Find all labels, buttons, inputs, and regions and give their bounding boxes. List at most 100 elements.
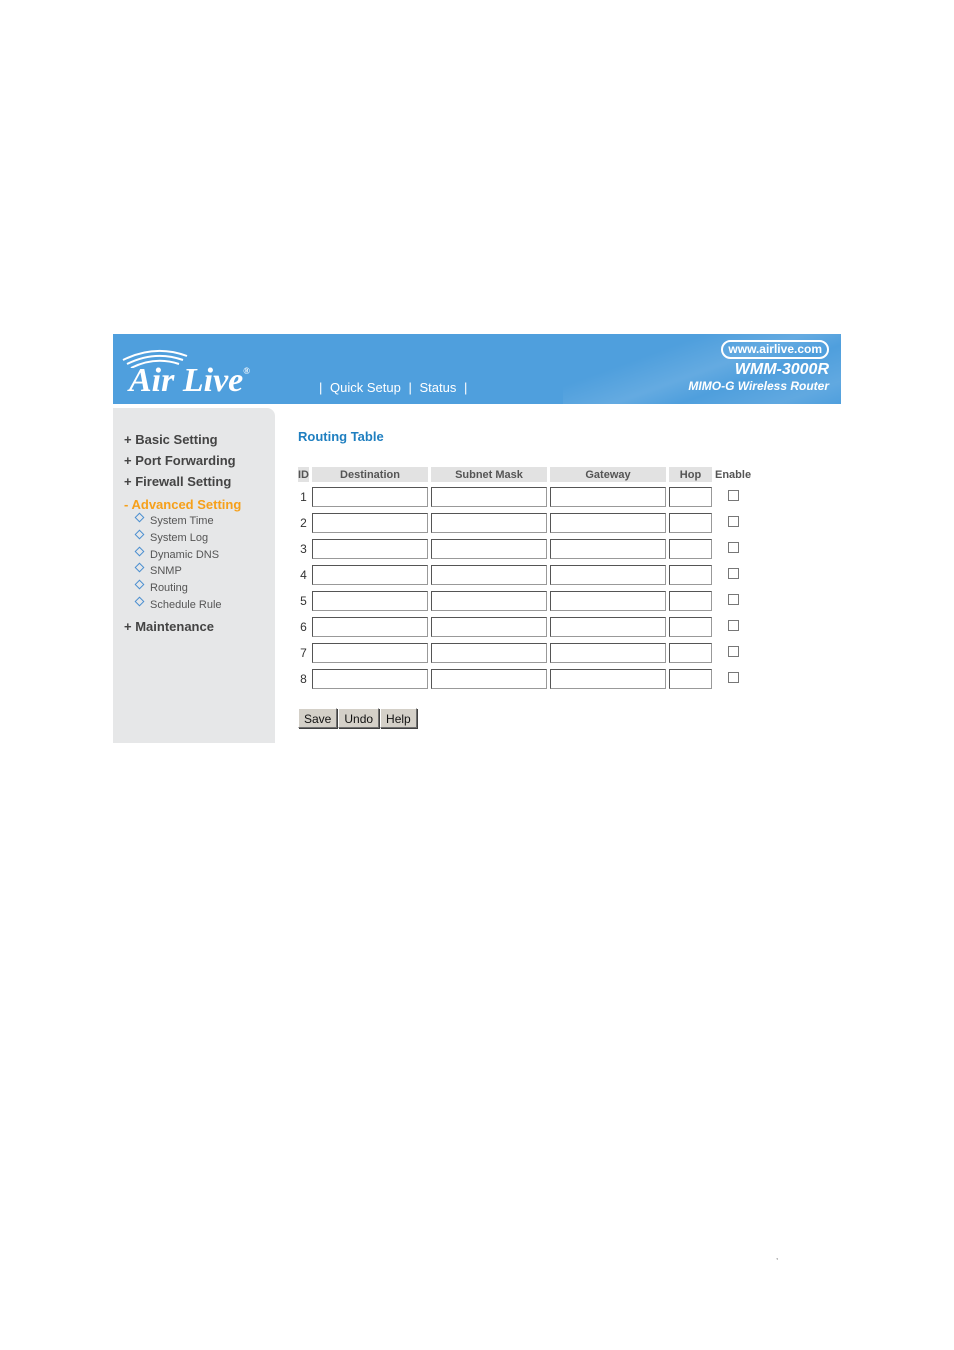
table-row: 8: [298, 668, 751, 690]
sidebar-subitem-system-time[interactable]: System Time: [134, 512, 214, 527]
action-buttons: Save Undo Help: [298, 708, 418, 728]
enable-checkbox[interactable]: [727, 594, 739, 605]
sidebar-item-maintenance[interactable]: + Maintenance: [124, 619, 214, 634]
sidebar-item-advanced-setting[interactable]: - Advanced Setting: [124, 497, 241, 512]
column-header-hop: Hop: [669, 467, 712, 482]
row-id: 6: [300, 620, 307, 634]
sidebar-subitem-routing[interactable]: Routing: [134, 579, 188, 594]
row-id: 4: [300, 568, 307, 582]
gateway-input[interactable]: [550, 539, 666, 559]
hop-input[interactable]: [669, 565, 712, 585]
sidebar-item-port-forwarding[interactable]: + Port Forwarding: [124, 453, 236, 468]
destination-input[interactable]: [312, 565, 428, 585]
enable-checkbox[interactable]: [727, 620, 739, 631]
nav-separator: |: [319, 380, 323, 395]
destination-input[interactable]: [312, 539, 428, 559]
row-id: 8: [300, 672, 307, 686]
row-id: 5: [300, 594, 307, 608]
table-row: 7: [298, 642, 751, 664]
enable-checkbox[interactable]: [727, 672, 739, 683]
subnet-mask-input[interactable]: [431, 669, 547, 689]
hop-input[interactable]: [669, 539, 712, 559]
sidebar-item-firewall-setting[interactable]: + Firewall Setting: [124, 474, 231, 489]
hop-input[interactable]: [669, 487, 712, 507]
sidebar-item-basic-setting[interactable]: + Basic Setting: [124, 432, 218, 447]
diamond-bullet-icon: [134, 562, 145, 573]
gateway-input[interactable]: [550, 617, 666, 637]
row-id: 1: [300, 490, 307, 504]
column-header-enable: Enable: [715, 467, 752, 482]
hop-input[interactable]: [669, 669, 712, 689]
gateway-input[interactable]: [550, 565, 666, 585]
subnet-mask-input[interactable]: [431, 513, 547, 533]
sidebar: + Basic Setting + Port Forwarding + Fire…: [113, 408, 275, 743]
hop-input[interactable]: [669, 643, 712, 663]
hop-input[interactable]: [669, 513, 712, 533]
gateway-input[interactable]: [550, 643, 666, 663]
diamond-bullet-icon: [134, 546, 145, 557]
destination-input[interactable]: [312, 669, 428, 689]
destination-input[interactable]: [312, 513, 428, 533]
table-row: 3: [298, 538, 751, 560]
enable-checkbox[interactable]: [727, 646, 739, 657]
diamond-bullet-icon: [134, 596, 145, 607]
nav-separator: |: [408, 380, 412, 395]
logo-text: Air Live®: [129, 362, 250, 399]
top-nav: | Quick Setup | Status |: [315, 380, 471, 395]
table-row: 6: [298, 616, 751, 638]
page-mark: ,: [776, 1252, 779, 1261]
brand-url[interactable]: www.airlive.com: [721, 340, 829, 359]
column-header-id: ID: [298, 467, 309, 482]
router-admin-frame: Air Live® | Quick Setup | Status | www.a…: [113, 334, 841, 743]
help-button[interactable]: Help: [380, 708, 417, 728]
column-header-subnet-mask: Subnet Mask: [431, 467, 547, 482]
brand-block: www.airlive.com WMM-3000R MIMO-G Wireles…: [688, 340, 829, 393]
model-name: WMM-3000R: [734, 361, 829, 378]
row-id: 2: [300, 516, 307, 530]
routing-table: ID Destination Subnet Mask Gateway Hop E…: [295, 463, 754, 694]
nav-separator: |: [463, 380, 468, 395]
nav-status[interactable]: Status: [419, 380, 456, 395]
save-button[interactable]: Save: [298, 708, 338, 728]
subnet-mask-input[interactable]: [431, 617, 547, 637]
nav-quick-setup[interactable]: Quick Setup: [330, 380, 401, 395]
diamond-bullet-icon: [134, 579, 145, 590]
hop-input[interactable]: [669, 617, 712, 637]
table-row: 1: [298, 486, 751, 508]
enable-checkbox[interactable]: [727, 542, 739, 553]
sidebar-subitem-dynamic-dns[interactable]: Dynamic DNS: [134, 546, 219, 561]
subnet-mask-input[interactable]: [431, 565, 547, 585]
enable-checkbox[interactable]: [727, 516, 739, 527]
subnet-mask-input[interactable]: [431, 591, 547, 611]
airlive-logo: Air Live®: [119, 346, 289, 399]
sidebar-subitem-schedule-rule[interactable]: Schedule Rule: [134, 596, 222, 611]
sidebar-subitem-system-log[interactable]: System Log: [134, 529, 208, 544]
destination-input[interactable]: [312, 617, 428, 637]
diamond-bullet-icon: [134, 512, 145, 523]
hop-input[interactable]: [669, 591, 712, 611]
gateway-input[interactable]: [550, 669, 666, 689]
subnet-mask-input[interactable]: [431, 487, 547, 507]
column-header-gateway: Gateway: [550, 467, 666, 482]
row-id: 3: [300, 542, 307, 556]
model-description: MIMO-G Wireless Router: [688, 379, 829, 393]
diamond-bullet-icon: [134, 529, 145, 540]
gateway-input[interactable]: [550, 591, 666, 611]
destination-input[interactable]: [312, 591, 428, 611]
enable-checkbox[interactable]: [727, 568, 739, 579]
column-header-destination: Destination: [312, 467, 428, 482]
subnet-mask-input[interactable]: [431, 539, 547, 559]
header-banner: Air Live® | Quick Setup | Status | www.a…: [113, 334, 841, 404]
destination-input[interactable]: [312, 487, 428, 507]
enable-checkbox[interactable]: [727, 490, 739, 501]
gateway-input[interactable]: [550, 513, 666, 533]
sidebar-subitem-snmp[interactable]: SNMP: [134, 562, 182, 577]
table-header-row: ID Destination Subnet Mask Gateway Hop E…: [298, 467, 752, 482]
destination-input[interactable]: [312, 643, 428, 663]
gateway-input[interactable]: [550, 487, 666, 507]
undo-button[interactable]: Undo: [338, 708, 380, 728]
page-title: Routing Table: [298, 429, 384, 444]
table-row: 5: [298, 590, 751, 612]
subnet-mask-input[interactable]: [431, 643, 547, 663]
row-id: 7: [300, 646, 307, 660]
